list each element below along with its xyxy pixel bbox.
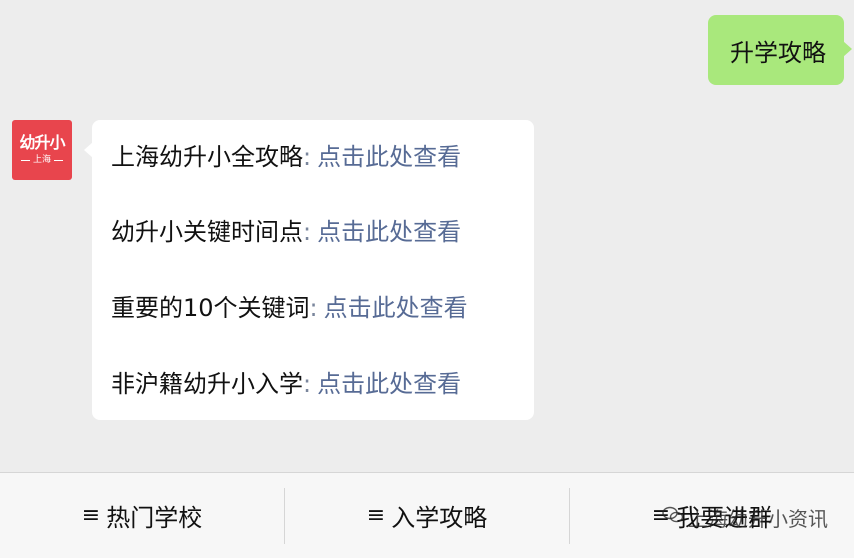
line-title: 非沪籍幼升小入学 [111, 370, 303, 398]
menu-item-label: 我要进群 [676, 504, 773, 532]
menu-item-label: 热门学校 [106, 504, 203, 532]
chat-area: 升学攻略 幼升小 上海 上海幼升小全攻略: 点击此处查看 幼升小关键时间点: 点击此… [0, 0, 854, 472]
view-link[interactable]: 点击此处查看 [317, 143, 461, 171]
line-separator: : [303, 143, 312, 171]
message-line: 非沪籍幼升小入学: 点击此处查看 [111, 369, 461, 399]
view-link[interactable]: 点击此处查看 [317, 370, 461, 398]
menu-item-admission-guide[interactable]: ≡ 入学攻略 [285, 473, 569, 558]
avatar-dash-left [20, 160, 30, 161]
menu-item-hot-schools[interactable]: ≡ 热门学校 [0, 473, 284, 558]
avatar-sub-row: 上海 [18, 155, 66, 166]
message-line: 幼升小关键时间点: 点击此处查看 [111, 217, 461, 247]
line-separator: : [303, 370, 312, 398]
menu-item-label: 入学攻略 [391, 504, 488, 532]
line-separator: : [303, 218, 312, 246]
view-link[interactable]: 点击此处查看 [324, 294, 468, 322]
message-line: 上海幼升小全攻略: 点击此处查看 [111, 142, 461, 172]
menu-list-icon: ≡ [81, 503, 101, 528]
sent-message-bubble[interactable]: 升学攻略 [708, 15, 852, 85]
line-title: 重要的10个关键词 [111, 294, 310, 322]
sent-message-text: 升学攻略 [730, 38, 826, 67]
line-title: 幼升小关键时间点 [111, 218, 303, 246]
menu-list-icon: ≡ [651, 503, 671, 528]
avatar-main-text: 幼升小 [19, 133, 65, 152]
avatar-sub-text: 上海 [32, 155, 51, 165]
avatar-dash-right [54, 160, 63, 161]
line-separator: : [309, 294, 318, 322]
menu-list-icon: ≡ [366, 503, 386, 528]
view-link[interactable]: 点击此处查看 [317, 218, 461, 246]
bottom-menu-bar: ≡ 热门学校 ≡ 入学攻略 ≡ 我要进群 [0, 472, 854, 558]
line-title: 上海幼升小全攻略 [111, 143, 303, 171]
message-line: 重要的10个关键词: 点击此处查看 [111, 293, 468, 323]
menu-item-join-group[interactable]: ≡ 我要进群 [570, 473, 854, 558]
received-message-bubble: 上海幼升小全攻略: 点击此处查看 幼升小关键时间点: 点击此处查看 重要的10个关键… [84, 120, 534, 420]
account-avatar[interactable]: 幼升小 上海 [12, 120, 72, 180]
